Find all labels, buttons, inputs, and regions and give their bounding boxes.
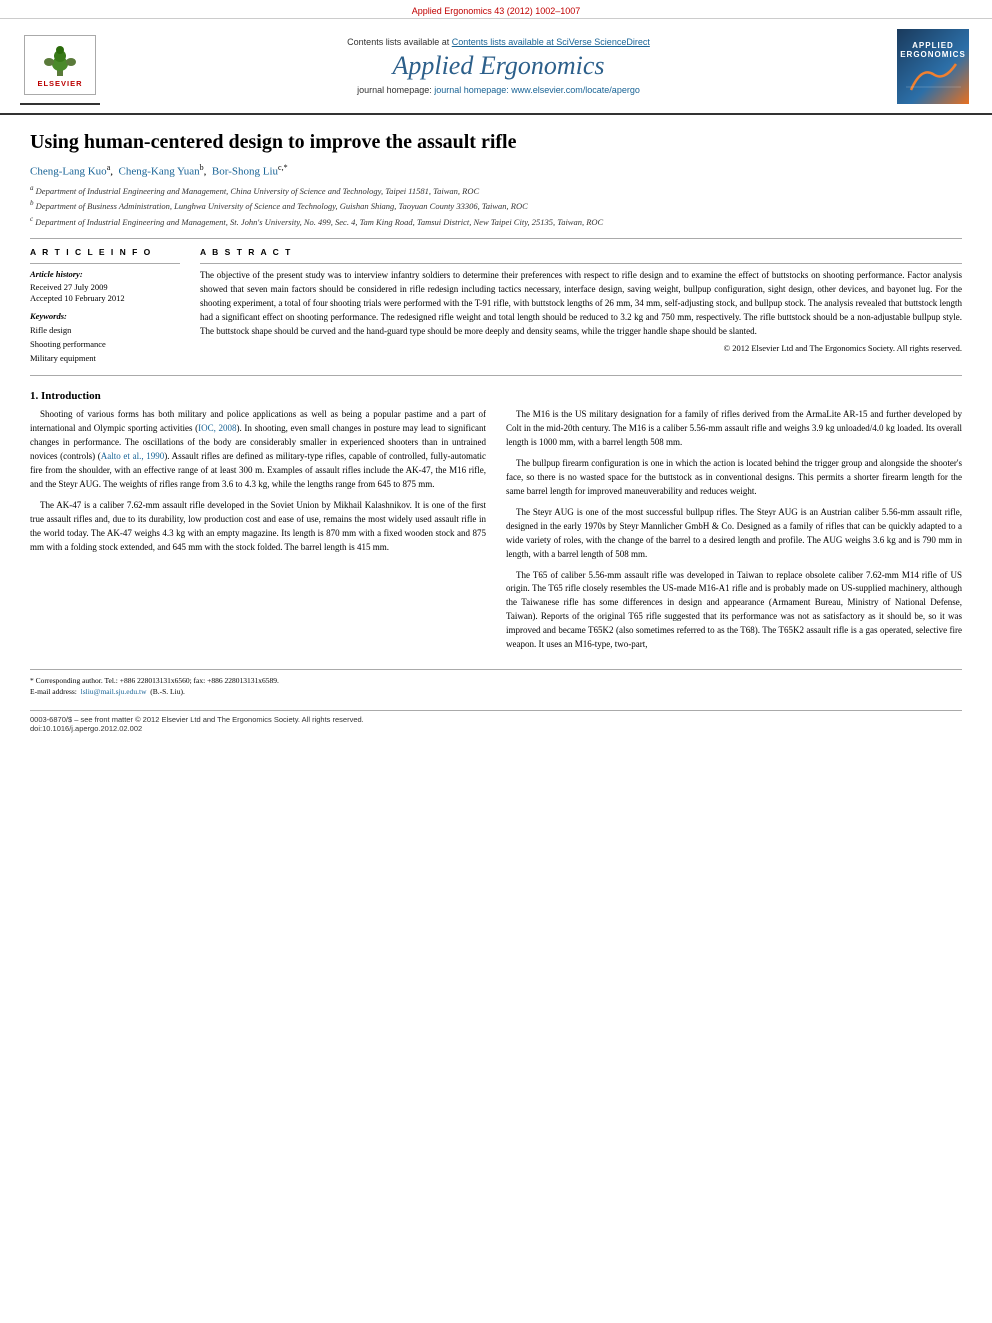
author-3: Bor-Shong Liu [212, 166, 278, 178]
applied-ergonomics-logo-box: APPLIED ERGONOMICS [897, 29, 969, 104]
author-1-sup: a [107, 163, 111, 172]
journal-citation: Applied Ergonomics 43 (2012) 1002–1007 [412, 6, 581, 16]
accepted-date: Accepted 10 February 2012 [30, 293, 180, 303]
abstract-col: A B S T R A C T The objective of the pre… [200, 247, 962, 365]
copyright-line: © 2012 Elsevier Ltd and The Ergonomics S… [200, 343, 962, 353]
keywords-label: Keywords: [30, 311, 180, 321]
affiliation-c: c Department of Industrial Engineering a… [30, 214, 962, 229]
divider-abstract [200, 263, 962, 264]
email-suffix: (B.-S. Liu). [150, 687, 185, 696]
section-1-left: Shooting of various forms has both milit… [30, 408, 486, 659]
cite-ioc[interactable]: IOC, 2008 [198, 423, 236, 433]
section-1-heading: 1. Introduction [30, 390, 962, 402]
logo-line1: APPLIED [912, 41, 954, 50]
top-bar: Applied Ergonomics 43 (2012) 1002–1007 [0, 0, 992, 19]
keyword-3: Military equipment [30, 352, 180, 366]
section-1: 1. Introduction Shooting of various form… [30, 390, 962, 659]
footnote-corresponding: * Corresponding author. Tel.: +886 22801… [30, 675, 962, 686]
abstract-heading: A B S T R A C T [200, 247, 962, 257]
article-title: Using human-centered design to improve t… [30, 129, 962, 155]
main-content: Using human-centered design to improve t… [0, 115, 992, 743]
article-info-col: A R T I C L E I N F O Article history: R… [30, 247, 180, 365]
footnote-email-line: E-mail address: lsliu@mail.sju.edu.tw (B… [30, 686, 962, 697]
footnote-area: * Corresponding author. Tel.: +886 22801… [30, 669, 962, 698]
affiliations: a Department of Industrial Engineering a… [30, 183, 962, 229]
affiliation-b: b Department of Business Administration,… [30, 198, 962, 213]
affiliation-a: a Department of Industrial Engineering a… [30, 183, 962, 198]
logo-line2: ERGONOMICS [900, 50, 966, 59]
elsevier-tree-icon [35, 42, 85, 77]
author-2: Cheng-Kang Yuan [119, 166, 200, 178]
divider-1 [30, 238, 962, 239]
section-1-para-2: The AK-47 is a caliber 7.62-mm assault r… [30, 499, 486, 555]
abstract-text: The objective of the present study was t… [200, 269, 962, 339]
journal-title: Applied Ergonomics [110, 51, 887, 81]
email-address[interactable]: lsliu@mail.sju.edu.tw [81, 687, 147, 696]
abstract-body: The objective of the present study was t… [200, 270, 962, 336]
section-1-right: The M16 is the US military designation f… [506, 408, 962, 659]
keywords-list: Rifle design Shooting performance Milita… [30, 324, 180, 365]
author-3-sup: c,* [278, 163, 288, 172]
right-logo: APPLIED ERGONOMICS [897, 29, 972, 104]
bottom-line1: 0003-6870/$ – see front matter © 2012 El… [30, 715, 962, 724]
sciverse-line: Contents lists available at Contents lis… [110, 37, 887, 47]
keyword-2: Shooting performance [30, 338, 180, 352]
section-1-para-3: The M16 is the US military designation f… [506, 408, 962, 450]
author-1: Cheng-Lang Kuo [30, 166, 107, 178]
article-info-heading: A R T I C L E I N F O [30, 247, 180, 257]
journal-header: ELSEVIER Contents lists available at Con… [0, 19, 992, 115]
authors-line: Cheng-Lang Kuoa, Cheng-Kang Yuanb, Bor-S… [30, 163, 962, 178]
info-abstract-row: A R T I C L E I N F O Article history: R… [30, 247, 962, 365]
sciverse-link[interactable]: Contents lists available at SciVerse Sci… [452, 37, 650, 47]
section-1-body: Shooting of various forms has both milit… [30, 408, 962, 659]
section-1-para-4: The bullpup firearm configuration is one… [506, 457, 962, 499]
keyword-1: Rifle design [30, 324, 180, 338]
bottom-bar: 0003-6870/$ – see front matter © 2012 El… [30, 710, 962, 733]
section-1-para-5: The Steyr AUG is one of the most success… [506, 506, 962, 562]
section-1-para-6: The T65 of caliber 5.56-mm assault rifle… [506, 569, 962, 653]
logo-graphic [906, 62, 961, 92]
divider-2 [30, 375, 962, 376]
homepage-line: journal homepage: journal homepage: www.… [110, 85, 887, 95]
author-2-sup: b [200, 163, 204, 172]
elsevier-logo-box: ELSEVIER [24, 35, 96, 95]
email-label: E-mail address: [30, 687, 77, 696]
elsevier-text: ELSEVIER [37, 79, 82, 88]
journal-center: Contents lists available at Contents lis… [110, 37, 887, 95]
divider-info [30, 263, 180, 264]
elsevier-logo: ELSEVIER [20, 27, 100, 105]
footnote-text-body: * Corresponding author. Tel.: +886 22801… [30, 676, 279, 685]
section-1-para-1: Shooting of various forms has both milit… [30, 408, 486, 492]
history-label: Article history: [30, 269, 180, 279]
homepage-url[interactable]: journal homepage: www.elsevier.com/locat… [434, 85, 640, 95]
received-date: Received 27 July 2009 [30, 282, 180, 292]
bottom-line2: doi:10.1016/j.apergo.2012.02.002 [30, 724, 962, 733]
cite-aalto[interactable]: Aalto et al., 1990 [101, 451, 164, 461]
